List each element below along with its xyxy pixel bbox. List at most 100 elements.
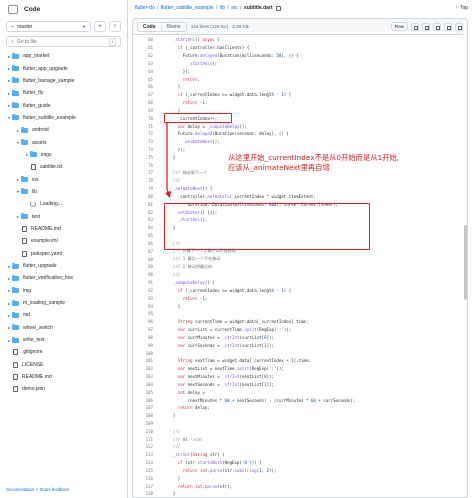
- search-icon: ⌕: [11, 38, 14, 45]
- search-button[interactable]: ⌕: [109, 21, 121, 32]
- tree-folder[interactable]: ▸ flutter_fly: [0, 87, 127, 99]
- tree-item-label: README.md: [22, 374, 52, 381]
- branch-icon: ⑂: [11, 23, 15, 30]
- breadcrumb: flutter-do / flutter_subtitle_example / …: [135, 5, 273, 11]
- file-tree: ▸ app_market ▸ flutter_app_upgrade ▸ flutter_…: [0, 50, 127, 396]
- folder-icon: [21, 139, 28, 146]
- tree-file[interactable]: subtitle.txt: [0, 161, 127, 173]
- tree-folder[interactable]: ▸ flutter_verification_box: [0, 272, 127, 284]
- folder-icon: [21, 213, 28, 220]
- tree-item-label: ios: [32, 176, 39, 183]
- tree-item-label: Loading...: [40, 201, 62, 208]
- file-icon: [22, 225, 27, 232]
- go-to-file-placeholder: Go to file: [16, 38, 37, 45]
- tree-item-label: example.iml: [31, 238, 58, 245]
- breadcrumb-repo-link[interactable]: flutter-do: [135, 5, 155, 11]
- tree-item-label: app_market: [23, 53, 50, 60]
- folder-icon: [12, 77, 19, 84]
- top-label: Top: [459, 5, 468, 11]
- tree-file[interactable]: example.iml: [0, 235, 127, 247]
- tree-folder[interactable]: ▾ lib: [0, 186, 127, 198]
- breadcrumb-separator: /: [225, 5, 231, 11]
- tree-item-label: write_text: [23, 337, 45, 344]
- breadcrumb-src-link[interactable]: src: [231, 5, 238, 11]
- tree-folder[interactable]: ▸ flutter_barrage_sample: [0, 75, 127, 87]
- folder-icon: [12, 114, 19, 121]
- go-to-file-input[interactable]: ⌕ Go to file t: [6, 36, 121, 47]
- tree-folder[interactable]: ▸ imgs: [0, 149, 127, 161]
- scrollbar-thumb[interactable]: [463, 225, 467, 300]
- file-icon: [13, 386, 18, 393]
- file-icon: [22, 250, 27, 257]
- tree-folder[interactable]: ▸ img: [0, 285, 127, 297]
- tree-folder[interactable]: ▾ assets: [0, 136, 127, 148]
- shortcut-hint: t: [108, 37, 116, 46]
- file-view: flutter-do / flutter_subtitle_example / …: [128, 0, 474, 498]
- folder-icon: [12, 89, 19, 96]
- tree-file[interactable]: LICENSE: [0, 359, 127, 371]
- spinner-icon: [30, 201, 36, 208]
- file-icon: [31, 164, 36, 171]
- tree-folder[interactable]: ▸ wheel_switch: [0, 322, 127, 334]
- folder-icon: [12, 324, 19, 331]
- annotation-text: 从这里开始_currentIndex不是从0开始而是从1开始, 应该从_anim…: [228, 153, 467, 173]
- tree-folder[interactable]: ▸ write_text: [0, 334, 127, 346]
- top-button[interactable]: ↑ Top: [455, 5, 468, 11]
- tree-item-label: android: [32, 127, 49, 134]
- tree-file[interactable]: demo.json: [0, 383, 127, 395]
- copy-path-icon[interactable]: [275, 5, 281, 11]
- breadcrumb-separator: /: [155, 5, 160, 11]
- tree-item-label: LICENSE: [22, 361, 44, 368]
- breadcrumb-lib-link[interactable]: lib: [220, 5, 225, 11]
- folder-icon: [21, 188, 28, 195]
- tree-folder[interactable]: ▸ flutter_upgrade: [0, 260, 127, 272]
- tree-file[interactable]: .gitignore: [0, 346, 127, 358]
- tree-item-label: subtitle.txt: [40, 164, 63, 171]
- folder-icon: [12, 299, 19, 306]
- tree-item-label: test: [32, 213, 41, 220]
- breadcrumb-separator: /: [238, 5, 243, 11]
- tree-folder[interactable]: ▸ android: [0, 124, 127, 136]
- tree-item-label: m_loading_sample: [23, 300, 65, 307]
- folder-icon: [12, 262, 19, 269]
- tree-item-label: flutter_guide: [23, 102, 51, 109]
- tree-file[interactable]: README.md: [0, 223, 127, 235]
- documentation-link[interactable]: Documentation: [6, 487, 34, 492]
- footer-separator: •: [36, 487, 38, 492]
- tree-folder[interactable]: ▸ ios: [0, 173, 127, 185]
- tree-folder[interactable]: ▸ md: [0, 309, 127, 321]
- tree-folder[interactable]: ▸ m_loading_sample: [0, 297, 127, 309]
- folder-icon: [12, 274, 19, 281]
- tree-item-label: flutter_barrage_sample: [23, 77, 75, 84]
- tree-folder[interactable]: ▸ app_market: [0, 50, 127, 62]
- folder-icon: [12, 336, 19, 343]
- tree-file[interactable]: pubspec.yaml: [0, 248, 127, 260]
- collapse-sidebar-icon[interactable]: [8, 4, 18, 14]
- branch-selector[interactable]: ⑂ master ▼: [6, 21, 91, 32]
- file-viewer: Code Blame 144 lines (128 loc) · 3.26 KB…: [132, 18, 468, 498]
- folder-icon: [12, 311, 19, 318]
- tree-item-label: img: [23, 287, 32, 294]
- annotation-line-1: 从这里开始_currentIndex不是从0开始而是从1开始,: [228, 153, 400, 162]
- tree-folder[interactable]: ▸ flutter_app_upgrade: [0, 62, 127, 74]
- code-scrollbar[interactable]: [463, 19, 467, 497]
- tree-item-label: flutter_upgrade: [23, 263, 57, 270]
- folder-icon: [12, 287, 19, 294]
- breadcrumb-row: flutter-do / flutter_subtitle_example / …: [128, 0, 474, 16]
- tree-item-label: md: [23, 312, 30, 319]
- annotation-arrow: [164, 123, 172, 199]
- tree-loading: Loading...: [0, 198, 127, 210]
- tree-item-label: README.md: [31, 225, 61, 232]
- share-feedback-link[interactable]: Share feedback: [40, 487, 69, 492]
- add-file-button[interactable]: +: [94, 21, 106, 32]
- folder-icon: [12, 52, 19, 59]
- folder-icon: [12, 65, 19, 72]
- folder-icon: [21, 176, 28, 183]
- breadcrumb-folder-link[interactable]: flutter_subtitle_example: [161, 5, 214, 11]
- sidebar-footer: Documentation • Share feedback: [6, 487, 69, 492]
- tree-folder[interactable]: ▸ flutter_guide: [0, 99, 127, 111]
- tree-folder[interactable]: ▾ flutter_subtitle_example: [0, 112, 127, 124]
- tree-file[interactable]: README.md: [0, 371, 127, 383]
- tree-folder[interactable]: ▸ test: [0, 210, 127, 222]
- folder-icon: [30, 151, 37, 158]
